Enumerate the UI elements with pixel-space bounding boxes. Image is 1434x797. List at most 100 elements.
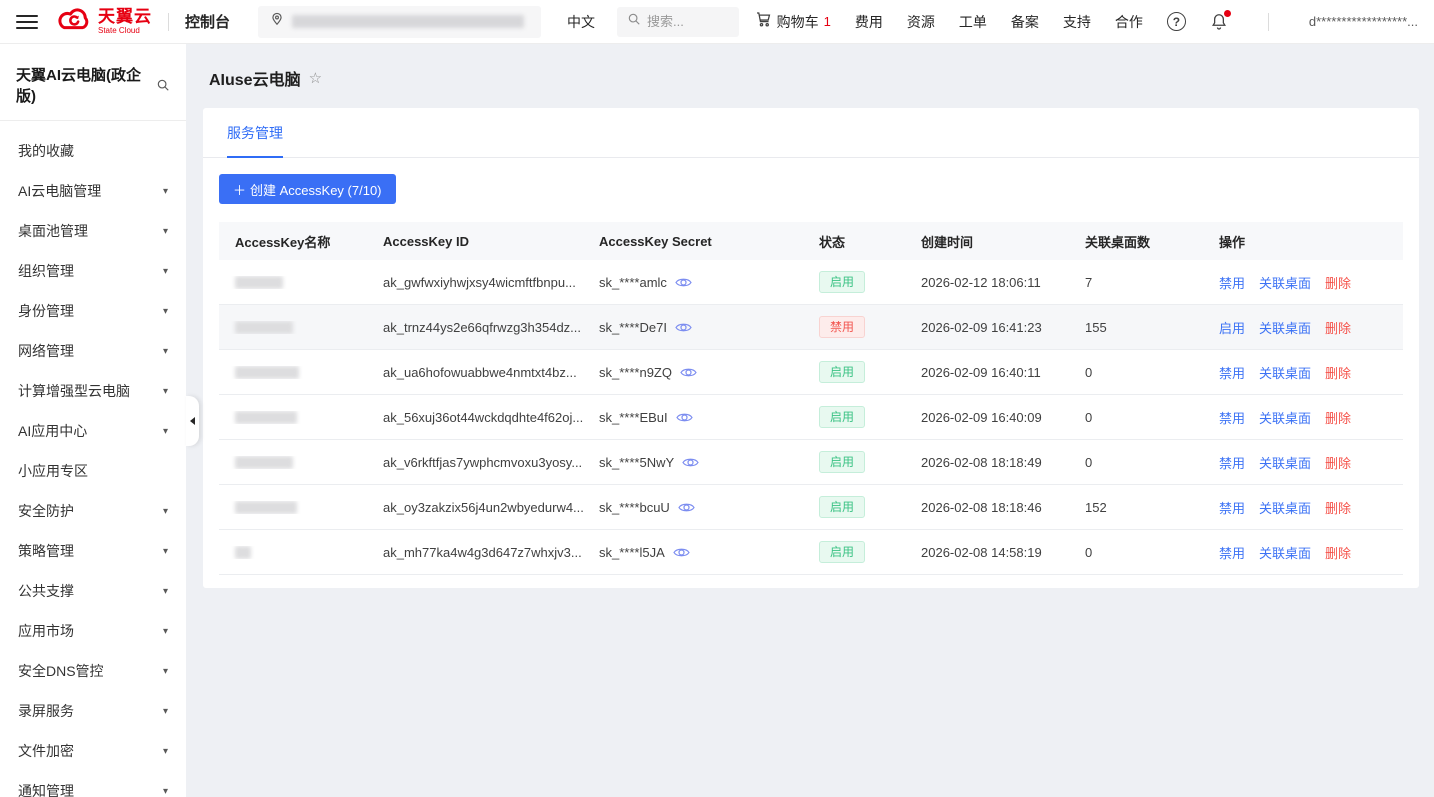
status-badge: 启用 — [819, 271, 865, 293]
row-action[interactable]: 关联桌面 — [1259, 273, 1311, 292]
sidebar-item[interactable]: 文件加密 ▾ — [0, 731, 186, 771]
row-action[interactable]: 启用 — [1219, 318, 1245, 337]
row-actions: 禁用关联桌面删除 — [1203, 363, 1403, 382]
row-action[interactable]: 关联桌面 — [1259, 363, 1311, 382]
desktop-count: 152 — [1085, 500, 1107, 515]
search-input[interactable] — [647, 14, 727, 29]
sidebar-item[interactable]: 安全防护 ▾ — [0, 491, 186, 531]
chevron-down-icon: ▾ — [163, 586, 168, 597]
sidebar-item[interactable]: 公共支撑 ▾ — [0, 571, 186, 611]
nav-item-filing[interactable]: 备案 — [1011, 12, 1039, 32]
eye-icon[interactable] — [682, 456, 699, 469]
chevron-down-icon: ▾ — [163, 306, 168, 317]
sidebar-item[interactable]: 小应用专区 ▾ — [0, 451, 186, 491]
sidebar-collapse-button[interactable] — [186, 396, 199, 446]
location-pin-icon — [270, 11, 284, 32]
created-time: 2026-02-08 18:18:46 — [921, 500, 1042, 515]
desktop-count: 0 — [1085, 545, 1092, 560]
sidebar-item[interactable]: 网络管理 ▾ — [0, 331, 186, 371]
hamburger-menu-icon[interactable] — [16, 11, 38, 33]
table-row: ak_56xuj36ot44wckdqdhte4f62oj... sk_****… — [219, 395, 1403, 440]
nav-item-cooperation[interactable]: 合作 — [1115, 12, 1143, 32]
created-time: 2026-02-09 16:41:23 — [921, 320, 1042, 335]
sidebar-item[interactable]: 通知管理 ▾ — [0, 771, 186, 797]
sidebar-item[interactable]: 桌面池管理 ▾ — [0, 211, 186, 251]
language-switch[interactable]: 中文 — [567, 12, 595, 32]
column-header: AccessKey名称 — [219, 232, 367, 251]
eye-icon[interactable] — [675, 276, 692, 289]
row-actions: 禁用关联桌面删除 — [1203, 408, 1403, 427]
region-selector[interactable] — [258, 6, 541, 38]
row-action[interactable]: 禁用 — [1219, 363, 1245, 382]
sidebar-item[interactable]: 组织管理 ▾ — [0, 251, 186, 291]
accesskey-id: ak_56xuj36ot44wckdqdhte4f62oj... — [383, 410, 583, 425]
sidebar-item[interactable]: 身份管理 ▾ — [0, 291, 186, 331]
row-action[interactable]: 禁用 — [1219, 453, 1245, 472]
row-action[interactable]: 禁用 — [1219, 408, 1245, 427]
notifications-bell-icon[interactable] — [1210, 12, 1228, 31]
status-badge: 禁用 — [819, 316, 865, 338]
chevron-down-icon: ▾ — [163, 186, 168, 197]
cart-button[interactable]: 购物车 1 — [754, 10, 831, 33]
delete-action[interactable]: 删除 — [1325, 363, 1351, 382]
row-action[interactable]: 禁用 — [1219, 543, 1245, 562]
sidebar-item[interactable]: 策略管理 ▾ — [0, 531, 186, 571]
collapse-left-icon — [190, 417, 195, 425]
account-menu[interactable]: d******************... — [1309, 14, 1418, 29]
console-link[interactable]: 控制台 — [185, 11, 230, 32]
status-badge: 启用 — [819, 406, 865, 428]
create-accesskey-button[interactable]: ＋ 创建 AccessKey (7/10) — [219, 174, 396, 204]
created-time: 2026-02-09 16:40:11 — [921, 365, 1041, 380]
table-row: ak_v6rkftfjas7ywphcmvoxu3yosy... sk_****… — [219, 440, 1403, 485]
accesskey-name-redacted — [235, 546, 251, 559]
main-content: AIuse云电脑 ☆ 服务管理 ＋ 创建 AccessKey (7/10) Ac… — [186, 44, 1434, 797]
sidebar-search-icon[interactable] — [156, 78, 170, 92]
eye-icon[interactable] — [676, 411, 693, 424]
accesskey-secret: sk_****EBuI — [599, 410, 668, 425]
row-action[interactable]: 禁用 — [1219, 273, 1245, 292]
chevron-down-icon: ▾ — [163, 426, 168, 437]
eye-icon[interactable] — [678, 501, 695, 514]
delete-action[interactable]: 删除 — [1325, 408, 1351, 427]
eye-icon[interactable] — [680, 366, 697, 379]
nav-item-fees[interactable]: 费用 — [855, 12, 883, 32]
plus-icon: ＋ — [233, 180, 246, 199]
sidebar-item[interactable]: AI应用中心 ▾ — [0, 411, 186, 451]
divider — [168, 13, 169, 31]
sidebar-item[interactable]: 录屏服务 ▾ — [0, 691, 186, 731]
sidebar-item[interactable]: 计算增强型云电脑 ▾ — [0, 371, 186, 411]
delete-action[interactable]: 删除 — [1325, 318, 1351, 337]
accesskey-name-redacted — [235, 321, 293, 334]
sidebar: 天翼AI云电脑(政企版) 我的收藏 ▾ AI云电脑管理 ▾ 桌面池管理 ▾ 组织… — [0, 44, 186, 797]
sidebar-item[interactable]: 我的收藏 ▾ — [0, 131, 186, 171]
divider — [1268, 13, 1269, 31]
delete-action[interactable]: 删除 — [1325, 498, 1351, 517]
tab-service-management[interactable]: 服务管理 — [227, 108, 283, 158]
eye-icon[interactable] — [673, 546, 690, 559]
accesskey-secret: sk_****De7I — [599, 320, 667, 335]
delete-action[interactable]: 删除 — [1325, 273, 1351, 292]
status-badge: 启用 — [819, 361, 865, 383]
nav-item-support[interactable]: 支持 — [1063, 12, 1091, 32]
accesskey-name-redacted — [235, 411, 297, 424]
row-action[interactable]: 关联桌面 — [1259, 453, 1311, 472]
column-header: 创建时间 — [905, 232, 1069, 251]
sidebar-item[interactable]: AI云电脑管理 ▾ — [0, 171, 186, 211]
row-action[interactable]: 关联桌面 — [1259, 498, 1311, 517]
sidebar-item[interactable]: 安全DNS管控 ▾ — [0, 651, 186, 691]
nav-item-tickets[interactable]: 工单 — [959, 12, 987, 32]
row-action[interactable]: 关联桌面 — [1259, 408, 1311, 427]
favorite-star-icon[interactable]: ☆ — [309, 71, 322, 86]
global-search[interactable] — [617, 7, 739, 37]
help-icon[interactable]: ? — [1167, 12, 1186, 31]
nav-item-resources[interactable]: 资源 — [907, 12, 935, 32]
created-time: 2026-02-08 18:18:49 — [921, 455, 1042, 470]
delete-action[interactable]: 删除 — [1325, 543, 1351, 562]
delete-action[interactable]: 删除 — [1325, 453, 1351, 472]
sidebar-item[interactable]: 应用市场 ▾ — [0, 611, 186, 651]
row-action[interactable]: 关联桌面 — [1259, 318, 1311, 337]
eye-icon[interactable] — [675, 321, 692, 334]
brand-logo[interactable]: 天翼云 State Cloud — [56, 6, 152, 37]
row-action[interactable]: 禁用 — [1219, 498, 1245, 517]
row-action[interactable]: 关联桌面 — [1259, 543, 1311, 562]
